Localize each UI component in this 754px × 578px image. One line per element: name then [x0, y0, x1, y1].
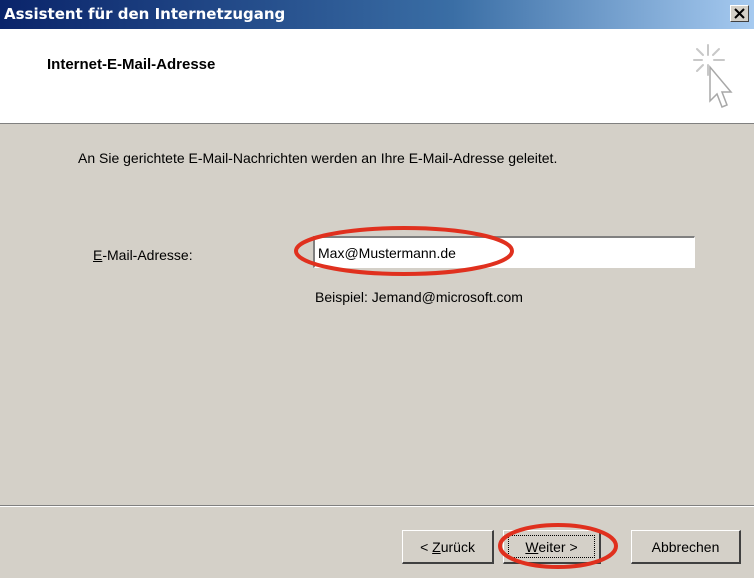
email-field[interactable] — [313, 236, 695, 268]
wizard-dialog: Assistent für den Internetzugang Interne… — [0, 0, 754, 578]
focus-rect — [508, 535, 595, 558]
cancel-button[interactable]: Abbrechen — [631, 530, 741, 564]
title-bar[interactable]: Assistent für den Internetzugang — [0, 0, 754, 29]
wizard-cursor-icon — [693, 44, 733, 108]
back-button-prefix: < — [420, 538, 433, 555]
example-hint: Beispiel: Jemand@microsoft.com — [315, 289, 523, 305]
back-button-text: urück — [440, 538, 475, 555]
close-icon — [734, 8, 745, 19]
page-title: Internet-E-Mail-Adresse — [47, 56, 216, 73]
footer-divider-highlight — [0, 506, 754, 507]
back-button-accelerator: Z — [432, 538, 441, 555]
next-button[interactable]: Weiter > — [503, 530, 601, 564]
description-text: An Sie gerichtete E-Mail-Nachrichten wer… — [78, 150, 558, 166]
email-label: E-Mail-Adresse: — [93, 247, 193, 263]
wizard-header: Internet-E-Mail-Adresse — [0, 29, 754, 124]
back-button[interactable]: < Zurück — [402, 530, 494, 564]
email-label-text: -Mail-Adresse: — [102, 247, 193, 263]
window-title: Assistent für den Internetzugang — [4, 5, 286, 23]
email-label-accelerator: E — [93, 247, 103, 263]
close-button[interactable] — [730, 5, 749, 22]
